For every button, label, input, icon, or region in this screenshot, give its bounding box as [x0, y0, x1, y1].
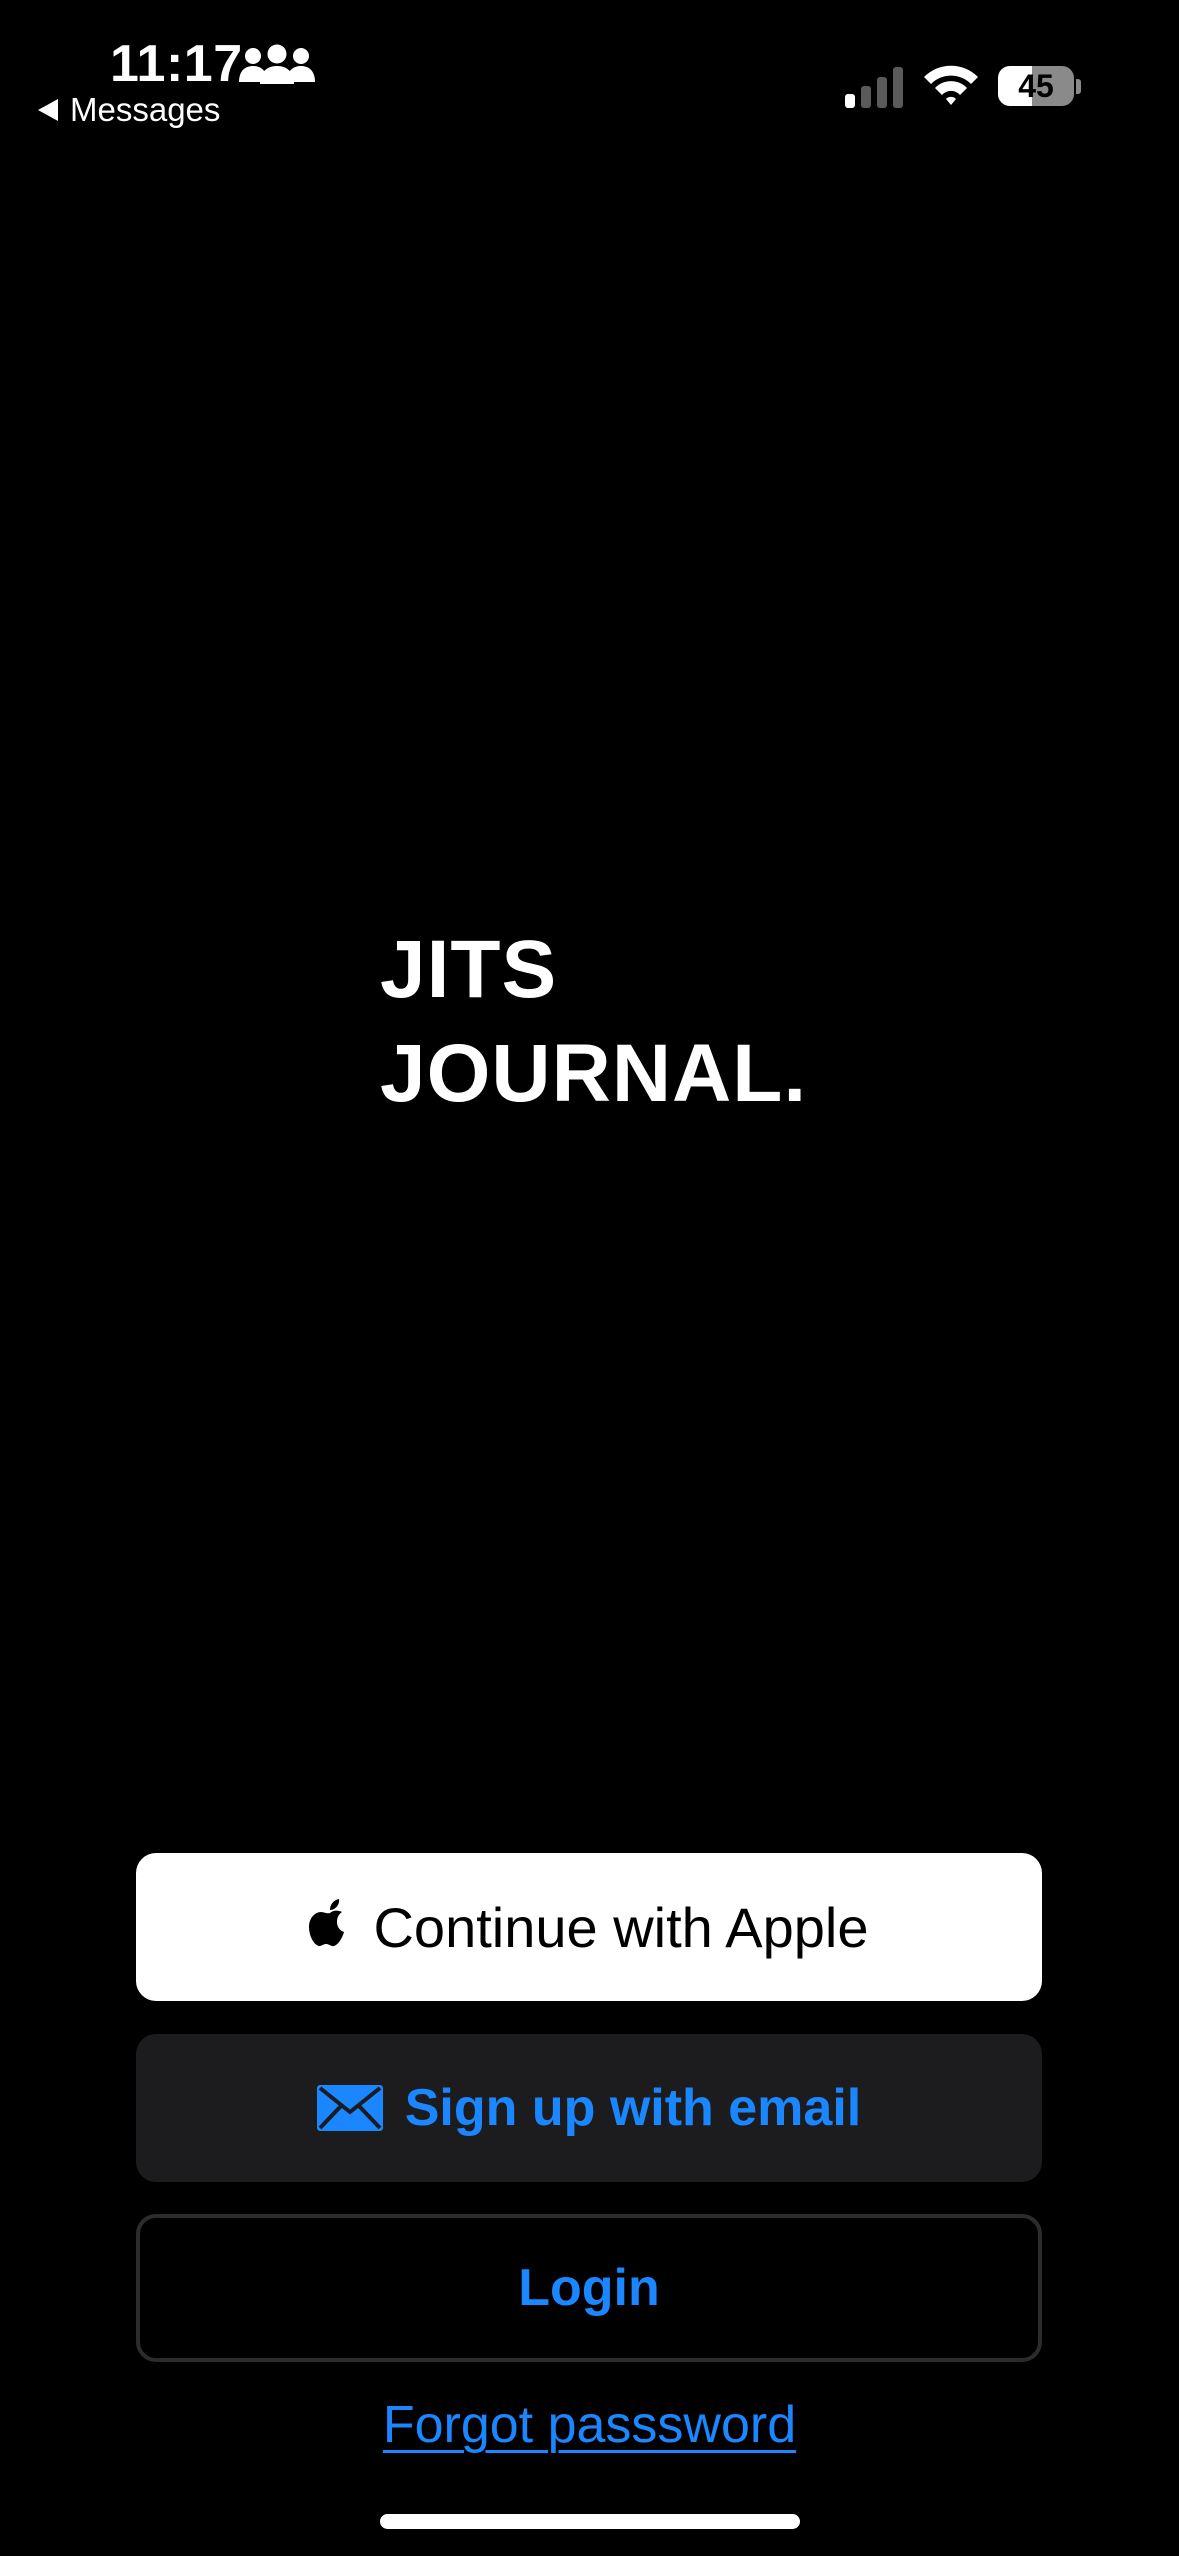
mail-icon	[316, 2085, 383, 2131]
login-button-label: Login	[518, 2259, 660, 2317]
battery-percent: 45	[1018, 68, 1054, 104]
forgot-password-label: Forgot passsword	[382, 2396, 797, 2454]
status-time: 11:17	[110, 35, 243, 93]
back-to-messages[interactable]: Messages	[38, 90, 220, 130]
apple-icon	[309, 1899, 345, 1947]
people-icon	[239, 44, 315, 84]
battery-icon: 45	[998, 66, 1081, 108]
home-indicator[interactable]	[380, 2514, 800, 2529]
wifi-icon	[924, 65, 978, 105]
app-logo: JITS JOURNAL.	[380, 918, 807, 1126]
back-arrow-icon	[38, 99, 58, 121]
login-button[interactable]: Login	[136, 2214, 1042, 2362]
email-button-label: Sign up with email	[404, 2079, 862, 2137]
sign-up-with-email-button[interactable]: Sign up with email	[136, 2034, 1042, 2182]
back-label: Messages	[70, 91, 221, 128]
logo-line-2: JOURNAL.	[380, 1028, 808, 1119]
logo-line-1: JITS	[380, 924, 558, 1015]
forgot-password-link[interactable]: Forgot passsword	[0, 2390, 1179, 2460]
continue-with-apple-button[interactable]: Continue with Apple	[136, 1853, 1042, 2001]
apple-button-label: Continue with Apple	[373, 1895, 869, 1959]
cellular-signal-icon	[845, 67, 903, 108]
